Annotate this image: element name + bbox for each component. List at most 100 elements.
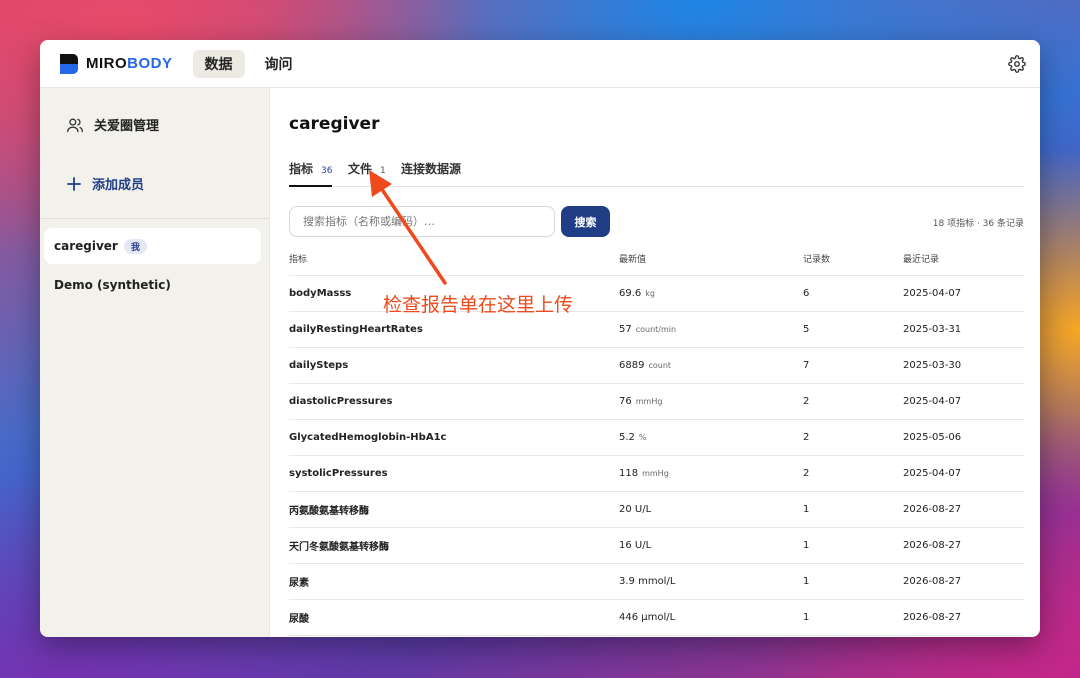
nav-tab-data[interactable]: 数据: [192, 49, 245, 78]
last-record-date: 2025-04-07: [903, 468, 962, 479]
value-unit: count: [648, 361, 672, 370]
latest-value: 3.9 mmol/L: [619, 564, 675, 599]
member-name: caregiver: [54, 239, 118, 253]
header-metric[interactable]: 指标: [289, 241, 307, 275]
table-row[interactable]: 丙氨酸氨基转移酶 20 U/L 1 2026-08-27: [289, 492, 1024, 528]
search-input[interactable]: [289, 206, 555, 237]
value-unit: mmHg: [635, 397, 663, 406]
last-record-date: 2025-03-31: [903, 324, 962, 335]
table-row[interactable]: 天门冬氨酸氨基转移酶 16 U/L 1 2026-08-27: [289, 528, 1024, 564]
record-count: 1: [803, 540, 810, 551]
metric-name: systolicPressures: [289, 468, 388, 479]
annotation-text: 检查报告单在这里上传: [383, 294, 574, 316]
table-body: bodyMasss 69.6 kg 6 2025-04-07 dailyRestingHe…: [289, 276, 1024, 636]
add-member-label: 添加成员: [92, 178, 145, 193]
value-number: 16 U/L: [619, 540, 652, 551]
value-unit: mmHg: [642, 469, 669, 478]
table-row[interactable]: diastolicPressures 76 mmHg 2 2025-04-07: [289, 384, 1024, 420]
member-name: Demo (synthetic): [54, 278, 171, 292]
mirobody-logo[interactable]: MIROBODY: [60, 53, 173, 74]
latest-value: 118 mmHg: [619, 456, 669, 491]
value-unit: count/min: [635, 325, 677, 334]
plus-icon: [67, 176, 81, 191]
care-circle-label: 关爱圈管理: [94, 119, 160, 134]
metric-name: diastolicPressures: [289, 396, 393, 407]
tab-label: 文件: [348, 162, 373, 176]
member-item-caregiver[interactable]: caregiver 我: [44, 228, 261, 264]
latest-value: 57 count/min: [619, 312, 676, 347]
record-count: 1: [803, 612, 810, 623]
last-record-date: 2025-04-07: [903, 288, 962, 299]
tab-label: 指标: [289, 162, 314, 176]
sidebar-divider: [40, 218, 270, 219]
value-unit: %: [638, 433, 647, 442]
metric-name: dailySteps: [289, 360, 349, 371]
record-count: 1: [803, 504, 810, 515]
table-row[interactable]: dailySteps 6889 count 7 2025-03-30: [289, 348, 1024, 384]
logo-text: MIROBODY: [86, 55, 173, 72]
care-circle-button[interactable]: 关爱圈管理: [66, 115, 159, 134]
main-content: caregiver 指标 36 文件 1 连接数据源 搜索 18 项指标 · 3…: [289, 88, 1024, 637]
last-record-date: 2025-03-30: [903, 360, 962, 371]
logo-mark-icon: [60, 53, 78, 74]
header-record-count[interactable]: 记录数: [803, 241, 830, 275]
latest-value: 76 mmHg: [619, 384, 662, 419]
header-last-record[interactable]: 最近记录: [903, 241, 939, 275]
header-latest-value[interactable]: 最新值: [619, 241, 646, 275]
app-window: MIROBODY 数据 询问 关爱圈管理 添加成员 caregiver 我 De…: [40, 40, 1040, 637]
search-button[interactable]: 搜索: [561, 206, 610, 237]
latest-value: 20 U/L: [619, 492, 651, 527]
tab-count: 36: [321, 166, 333, 176]
latest-value: 6889 count: [619, 348, 671, 383]
metric-name: GlycatedHemoglobin-HbA1c: [289, 432, 447, 443]
latest-value: 16 U/L: [619, 528, 651, 563]
metric-name: 尿酸: [289, 614, 309, 625]
tab-connect-sources[interactable]: 连接数据源: [401, 160, 461, 187]
last-record-date: 2026-08-27: [903, 504, 962, 515]
latest-value: 69.6 kg: [619, 276, 655, 311]
value-number: 69.6: [619, 288, 642, 299]
table-header: 指标 最新值 记录数 最近记录: [289, 241, 1024, 276]
latest-value: 5.2%: [619, 420, 647, 455]
top-bar: MIROBODY 数据 询问: [40, 40, 1040, 88]
member-item-demo[interactable]: Demo (synthetic): [44, 267, 261, 303]
gear-icon[interactable]: [1008, 55, 1026, 73]
metric-name: 天门冬氨酸氨基转移酶: [289, 542, 389, 553]
table-row[interactable]: 尿素 3.9 mmol/L 1 2026-08-27: [289, 564, 1024, 600]
table-row[interactable]: 尿酸 446 µmol/L 1 2026-08-27: [289, 600, 1024, 636]
table-row[interactable]: systolicPressures 118 mmHg 2 2025-04-07: [289, 456, 1024, 492]
record-count: 2: [803, 432, 810, 443]
users-icon: [67, 118, 83, 132]
table-row[interactable]: GlycatedHemoglobin-HbA1c 5.2% 2 2025-05-06: [289, 420, 1024, 456]
metric-name: 丙氨酸氨基转移酶: [289, 506, 369, 517]
last-record-date: 2026-08-27: [903, 576, 962, 587]
tab-files[interactable]: 文件 1: [348, 160, 386, 187]
tab-label: 连接数据源: [401, 162, 462, 176]
value-number: 76: [619, 396, 632, 407]
tab-metrics[interactable]: 指标 36: [289, 160, 333, 187]
value-number: 20 U/L: [619, 504, 652, 515]
last-record-date: 2026-08-27: [903, 612, 962, 623]
value-number: 6889: [619, 360, 645, 371]
value-number: 446 µmol/L: [619, 612, 676, 623]
page-title: caregiver: [289, 114, 380, 134]
record-count: 2: [803, 396, 810, 407]
metric-name: bodyMasss: [289, 288, 352, 299]
record-count: 5: [803, 324, 810, 335]
content-tabs: 指标 36 文件 1 连接数据源: [289, 160, 1024, 187]
tab-count: 1: [380, 166, 386, 176]
value-unit: kg: [645, 289, 655, 298]
value-number: 57: [619, 324, 632, 335]
value-number: 5.2: [619, 432, 635, 443]
table-row[interactable]: dailyRestingHeartRates 57 count/min 5 2025-0…: [289, 312, 1024, 348]
record-count: 7: [803, 360, 810, 371]
record-count: 6: [803, 288, 810, 299]
add-member-button[interactable]: 添加成员: [66, 174, 144, 193]
last-record-date: 2026-08-27: [903, 540, 962, 551]
record-count: 2: [803, 468, 810, 479]
last-record-date: 2025-04-07: [903, 396, 962, 407]
nav-tab-ask[interactable]: 询问: [253, 50, 305, 78]
last-record-date: 2025-05-06: [903, 432, 962, 443]
latest-value: 446 µmol/L: [619, 600, 675, 635]
sidebar: 关爱圈管理 添加成员 caregiver 我 Demo (synthetic): [40, 88, 270, 637]
